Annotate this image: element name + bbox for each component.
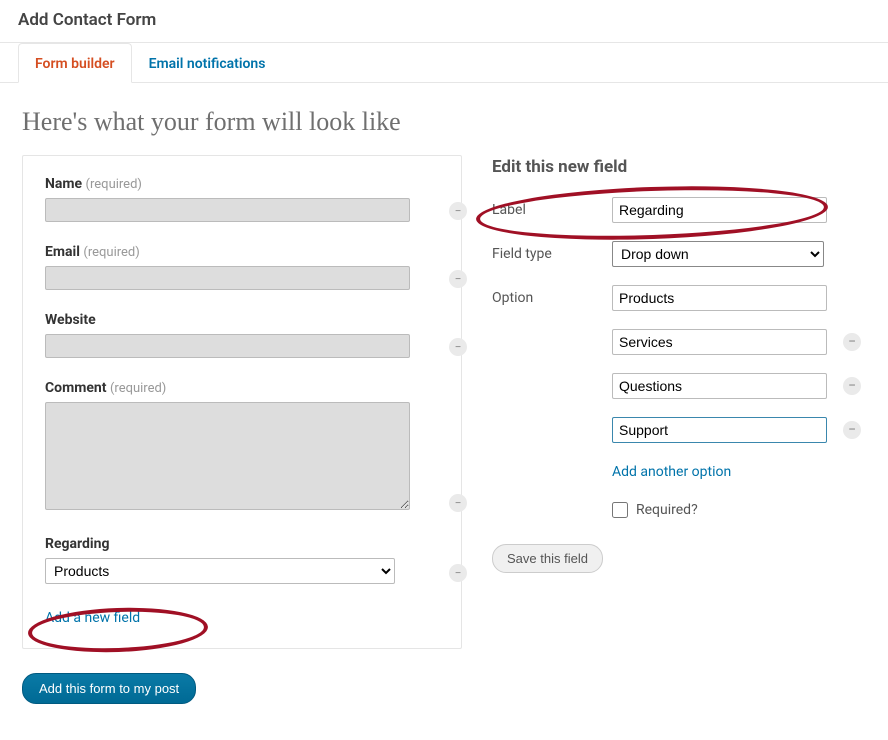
add-new-field-link[interactable]: Add a new field bbox=[45, 606, 439, 626]
required-hint: (required) bbox=[110, 381, 166, 396]
drag-handle-icon[interactable]: − bbox=[449, 270, 467, 288]
field-regarding-label: Regarding bbox=[45, 536, 109, 552]
field-name[interactable]: Name (required) − bbox=[45, 176, 439, 222]
remove-option-icon[interactable]: − bbox=[843, 377, 861, 395]
field-website-label: Website bbox=[45, 312, 96, 328]
required-checkbox[interactable] bbox=[612, 502, 628, 518]
tab-form-builder[interactable]: Form builder bbox=[18, 43, 132, 83]
remove-option-icon[interactable]: − bbox=[843, 421, 861, 439]
field-type-select[interactable]: Drop down bbox=[612, 241, 824, 267]
field-email[interactable]: Email (required) − bbox=[45, 244, 439, 290]
field-website[interactable]: Website − bbox=[45, 312, 439, 358]
drag-handle-icon[interactable]: − bbox=[449, 564, 467, 582]
field-email-label: Email bbox=[45, 244, 80, 260]
drag-handle-icon[interactable]: − bbox=[449, 338, 467, 356]
page-title: Add Contact Form bbox=[0, 0, 888, 43]
field-comment-label: Comment bbox=[45, 380, 106, 396]
save-field-button[interactable]: Save this field bbox=[492, 544, 603, 573]
preview-heading: Here's what your form will look like bbox=[22, 107, 866, 137]
field-editor-panel: Edit this new field Label Field type Dro… bbox=[492, 155, 866, 649]
website-input-preview bbox=[45, 334, 410, 358]
label-label: Label bbox=[492, 202, 602, 218]
remove-option-icon[interactable]: − bbox=[843, 333, 861, 351]
form-preview-panel: Name (required) − Email (required) − Web… bbox=[22, 155, 462, 649]
field-comment[interactable]: Comment (required) − bbox=[45, 380, 439, 514]
tabs: Form builder Email notifications bbox=[0, 43, 888, 83]
label-option: Option bbox=[492, 290, 602, 306]
regarding-select-preview[interactable]: Products bbox=[45, 558, 395, 584]
required-hint: (required) bbox=[83, 245, 139, 260]
editor-title: Edit this new field bbox=[492, 157, 866, 177]
option-input-2[interactable] bbox=[612, 373, 827, 399]
name-input-preview bbox=[45, 198, 410, 222]
option-input-0[interactable] bbox=[612, 285, 827, 311]
drag-handle-icon[interactable]: − bbox=[449, 202, 467, 220]
drag-handle-icon[interactable]: − bbox=[449, 494, 467, 512]
label-input[interactable] bbox=[612, 197, 827, 223]
comment-textarea-preview bbox=[45, 402, 410, 510]
required-label: Required? bbox=[636, 502, 698, 518]
label-field-type: Field type bbox=[492, 246, 602, 262]
field-name-label: Name bbox=[45, 176, 82, 192]
option-input-3[interactable] bbox=[612, 417, 827, 443]
add-form-to-post-button[interactable]: Add this form to my post bbox=[22, 673, 196, 704]
add-option-link[interactable]: Add another option bbox=[612, 464, 731, 480]
required-hint: (required) bbox=[86, 177, 142, 192]
field-regarding[interactable]: Regarding Products − bbox=[45, 536, 439, 584]
email-input-preview bbox=[45, 266, 410, 290]
option-input-1[interactable] bbox=[612, 329, 827, 355]
tab-email-notifications[interactable]: Email notifications bbox=[132, 43, 283, 83]
